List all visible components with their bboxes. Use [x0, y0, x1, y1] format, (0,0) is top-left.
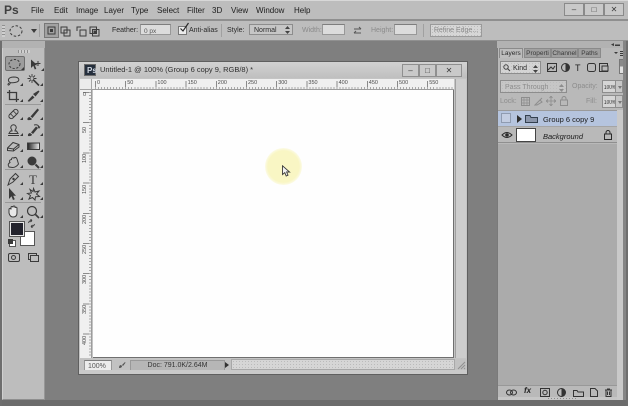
svg-text:T: T — [29, 172, 37, 186]
